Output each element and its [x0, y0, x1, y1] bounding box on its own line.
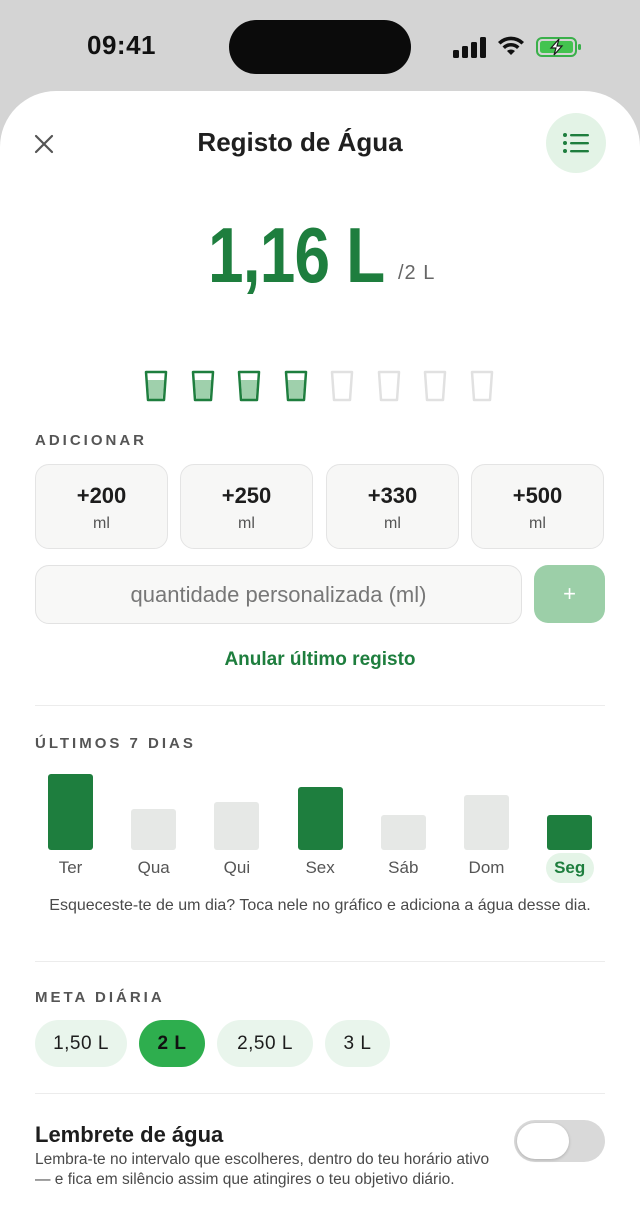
- dynamic-island: [229, 20, 411, 74]
- history-hint: Esqueceste-te de um dia? Toca nele no gr…: [49, 897, 591, 914]
- custom-amount-input[interactable]: quantidade personalizada (ml): [35, 565, 522, 624]
- add-amount: +500: [512, 483, 563, 508]
- glass-full-icon: [191, 370, 214, 402]
- goal-option-1-5l[interactable]: 1,50 L: [35, 1020, 127, 1067]
- add-250-button[interactable]: +250 ml: [180, 464, 313, 549]
- daily-goal-label: META DIÁRIA: [35, 989, 165, 1006]
- divider: [35, 1093, 605, 1094]
- goal-option-2l[interactable]: 2 L: [139, 1020, 205, 1067]
- list-icon: [563, 133, 589, 153]
- add-amount: +330: [367, 483, 418, 508]
- glass-full-icon: [237, 370, 261, 402]
- add-unit: ml: [93, 515, 110, 532]
- glass-empty-icon: [423, 370, 447, 402]
- history-bar-sex[interactable]: [297, 787, 343, 850]
- add-unit: ml: [384, 515, 401, 532]
- glass-full-icon: [144, 370, 168, 402]
- history-day-label[interactable]: Dom: [452, 858, 522, 878]
- status-time: 09:41: [87, 30, 156, 60]
- intake-amount: 1,16 L: [208, 211, 385, 299]
- undo-last-button[interactable]: Anular último registo: [0, 649, 640, 671]
- add-unit: ml: [238, 515, 255, 532]
- history-bar-dom[interactable]: [464, 795, 509, 850]
- intake-goal: /2 L: [398, 262, 436, 284]
- battery-charging-icon: [536, 37, 581, 57]
- divider: [35, 705, 605, 706]
- glasses-progress: [144, 370, 500, 404]
- custom-add-button[interactable]: +: [534, 565, 605, 623]
- add-500-button[interactable]: +500 ml: [471, 464, 604, 549]
- divider: [35, 961, 605, 962]
- history-day-label[interactable]: Qua: [119, 858, 189, 878]
- reminder-title: Lembrete de água: [35, 1122, 224, 1147]
- add-200-button[interactable]: +200 ml: [35, 464, 168, 549]
- signal-icon: [453, 36, 487, 58]
- add-amount: +200: [76, 483, 127, 508]
- add-section-label: ADICIONAR: [35, 432, 147, 449]
- status-bar: 09:41: [0, 0, 640, 92]
- add-330-button[interactable]: +330 ml: [326, 464, 459, 549]
- add-amount: +250: [221, 483, 272, 508]
- add-unit: ml: [529, 515, 546, 532]
- history-bar-sáb[interactable]: [380, 815, 426, 850]
- history-list-button[interactable]: [546, 113, 606, 173]
- goal-option-3l[interactable]: 3 L: [325, 1020, 390, 1067]
- history-day-label[interactable]: Seg: [535, 858, 605, 878]
- goal-option-2-5l[interactable]: 2,50 L: [217, 1020, 313, 1067]
- history-bar-ter[interactable]: [48, 774, 93, 850]
- history-bar-qui[interactable]: [214, 802, 260, 850]
- history-day-label[interactable]: Sex: [285, 858, 355, 878]
- history-day-label[interactable]: Sáb: [368, 858, 438, 878]
- reminder-description: Lembra-te no intervalo que escolheres, d…: [35, 1151, 490, 1188]
- toggle-knob: [517, 1123, 569, 1159]
- glass-empty-icon: [377, 370, 400, 402]
- history-day-label[interactable]: Qui: [202, 858, 272, 878]
- history-bar-qua[interactable]: [131, 809, 177, 850]
- close-icon[interactable]: [28, 128, 60, 160]
- page-title: Registo de Água: [197, 127, 403, 157]
- reminder-toggle[interactable]: [514, 1120, 605, 1162]
- intake-summary: 1,16 L /2 L: [0, 210, 640, 300]
- glass-empty-icon: [330, 370, 354, 402]
- wifi-icon: [498, 36, 524, 55]
- history-bar-seg[interactable]: [547, 815, 593, 850]
- history-section-label: ÚLTIMOS 7 DIAS: [35, 735, 196, 752]
- glass-full-icon: [284, 370, 307, 402]
- glass-empty-icon: [470, 370, 493, 402]
- history-day-label[interactable]: Ter: [36, 858, 106, 878]
